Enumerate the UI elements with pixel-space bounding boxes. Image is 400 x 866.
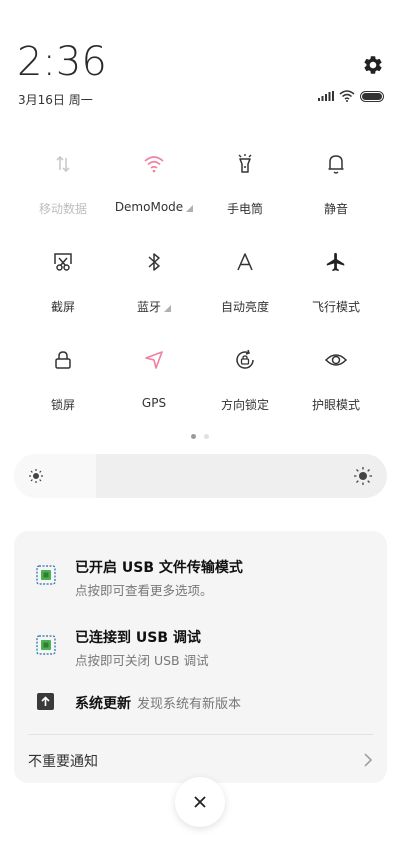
minor-notifications-label[interactable]: 不重要通知 [28,751,98,771]
tile-label: 方向锁定 [220,398,269,412]
tile-gps[interactable]: GPS [104,346,204,410]
notification-title: 已连接到 USB 调试 [75,630,201,646]
wifi-status-icon [339,90,355,102]
tile-lock-screen[interactable]: 锁屏 [13,346,113,413]
rotation-lock-icon [236,349,254,369]
date-label[interactable]: 3月16日 周一 [18,91,93,108]
notification-title: 系统更新 发现系统有新版本 [75,696,242,712]
page-dot[interactable] [204,434,209,439]
tile-label: 飞行模式 [311,300,360,314]
tile-screenshot[interactable]: 截屏 [13,248,113,315]
tile-label: GPS [141,396,167,410]
update-icon [37,693,54,710]
auto-brightness-icon [237,253,253,271]
flashlight-icon [238,154,252,173]
tile-airplane[interactable]: 飞行模式 [286,248,386,315]
notification-subtitle: 发现系统有新版本 [137,697,242,712]
sun-large-icon [354,467,372,485]
lock-icon [55,351,71,369]
brightness-slider[interactable] [14,454,387,498]
tile-label: DemoMode [104,200,204,214]
tile-mobile-data[interactable]: 移动数据 [13,150,113,217]
usb-icon [36,565,56,585]
clock-time[interactable]: 2:36 [17,38,107,86]
notification-panel: 已开启 USB 文件传输模式 点按即可查看更多选项。 已连接到 USB 调试 点… [14,531,387,783]
battery-icon [360,90,384,102]
wifi-icon [144,156,164,173]
notification-subtitle: 点按即可查看更多选项。 [75,583,213,598]
page-dot-active[interactable] [191,434,196,439]
tile-label: 自动亮度 [220,300,269,314]
tile-wifi[interactable]: DemoMode [104,150,204,214]
tile-label: 蓝牙 [104,298,204,315]
eye-icon [324,354,348,366]
tile-rotation-lock[interactable]: 方向锁定 [195,346,295,413]
tile-label: 护眼模式 [311,398,360,412]
airplane-icon [326,252,345,272]
tile-label: 手电筒 [226,202,263,216]
sun-small-icon [29,469,43,483]
notification-subtitle: 点按即可关闭 USB 调试 [75,653,209,668]
tile-label: 静音 [323,202,348,216]
usb-icon [36,635,56,655]
divider [28,734,373,735]
tile-label: 锁屏 [50,398,75,412]
tile-auto-brightness[interactable]: 自动亮度 [195,248,295,315]
gear-icon[interactable] [362,54,384,76]
tile-mute[interactable]: 静音 [286,150,386,217]
bell-icon [328,155,344,174]
close-icon [194,796,206,808]
expand-indicator-icon [164,305,171,312]
tile-bluetooth[interactable]: 蓝牙 [104,248,204,315]
brightness-fill [14,454,97,498]
expand-indicator-icon [186,205,194,212]
mobile-data-icon [56,155,70,173]
bluetooth-icon [148,253,160,271]
tile-label: 截屏 [50,300,75,314]
signal-icon [318,91,334,101]
clear-all-button[interactable] [175,777,225,827]
page-indicator [0,434,400,439]
tile-flashlight[interactable]: 手电筒 [195,150,295,217]
screenshot-icon [54,253,72,271]
gps-icon [145,351,163,369]
chevron-right-icon[interactable] [363,752,373,768]
tile-eye-care[interactable]: 护眼模式 [286,346,386,413]
notification-title: 已开启 USB 文件传输模式 [75,560,243,576]
tile-label: 移动数据 [38,202,87,216]
status-icons [318,90,384,102]
